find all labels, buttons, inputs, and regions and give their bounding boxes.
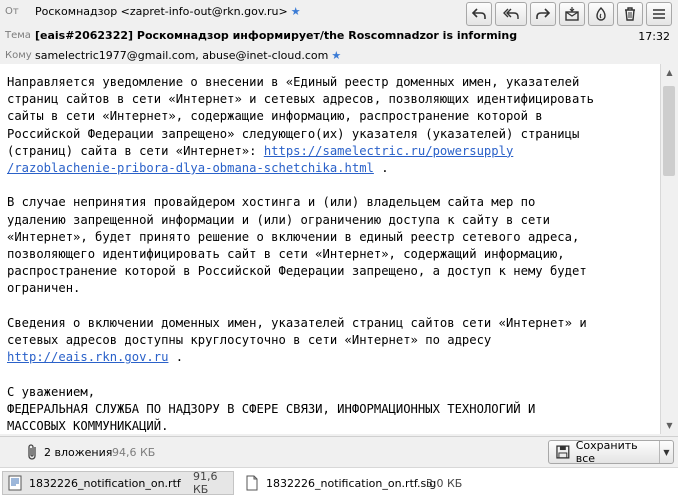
delete-button[interactable] [617, 2, 643, 26]
archive-icon [565, 7, 579, 21]
save-all-label: Сохранить все [575, 439, 638, 465]
reply-icon [471, 8, 486, 19]
forward-button[interactable] [530, 2, 556, 26]
attachment-name: 1832226_notification_on.rtf.sig [266, 476, 437, 490]
scroll-up-arrow-icon[interactable]: ▲ [661, 64, 678, 81]
to-addresses[interactable]: samelectric1977@gmail.com, abuse@inet-cl… [35, 49, 328, 62]
message-body[interactable]: Направляется уведомление о внесении в «Е… [0, 64, 661, 434]
junk-button[interactable] [588, 2, 614, 26]
save-all-main[interactable]: Сохранить все [549, 439, 660, 465]
attachment-size: 91,6 КБ [193, 470, 218, 496]
from-label: От [5, 6, 19, 17]
blocked-url-part2[interactable]: /razoblachenie-pribora-dlya-obmana-schet… [7, 161, 374, 175]
registry-link[interactable]: http://eais.rkn.gov.ru [7, 350, 168, 364]
message-toolbar [466, 2, 672, 28]
from-address[interactable]: Роскомнадзор <zapret-info-out@rkn.gov.ru… [35, 5, 288, 18]
delete-icon [625, 7, 635, 21]
chevron-down-icon[interactable]: ▼ [660, 448, 673, 457]
to-value[interactable]: samelectric1977@gmail.com, abuse@inet-cl… [35, 49, 341, 62]
signature: С уважением, ФЕДЕРАЛЬНАЯ СЛУЖБА ПО НАДЗО… [7, 384, 536, 434]
scroll-down-arrow-icon[interactable]: ▼ [661, 417, 678, 434]
attachment-size: 3,0 КБ [426, 476, 463, 490]
attachment-item[interactable]: 1832226_notification_on.rtf.sig 3,0 КБ [240, 471, 480, 495]
blocked-url-part1[interactable]: https://samelectric.ru/powersupply [264, 144, 513, 158]
attachments-total-size: 94,6 КБ [112, 446, 156, 459]
from-value[interactable]: Роскомнадзор <zapret-info-out@rkn.gov.ru… [35, 5, 301, 18]
paperclip-icon[interactable] [26, 443, 40, 464]
more-icon [653, 9, 665, 19]
subject-row: Тема [eais#2062322] Роскомнадзор информи… [0, 27, 678, 47]
star-icon[interactable]: ★ [331, 49, 341, 62]
attachments-count[interactable]: 2 вложения [44, 446, 112, 459]
subject-value: [eais#2062322] Роскомнадзор информирует/… [35, 29, 518, 42]
reply-button[interactable] [466, 2, 492, 26]
message-time: 17:32 [638, 30, 670, 43]
more-button[interactable] [646, 2, 672, 26]
subject-label: Тема [5, 30, 31, 41]
paragraph-warning: В случае непринятия провайдером хостинга… [7, 195, 587, 296]
paragraph-registry-info: Сведения о включении доменных имен, указ… [7, 315, 587, 348]
reply-all-icon [503, 8, 519, 19]
forward-icon [536, 8, 551, 19]
reply-all-button[interactable] [495, 2, 527, 26]
save-all-button[interactable]: Сохранить все ▼ [548, 439, 674, 465]
attachment-item[interactable]: 1832226_notification_on.rtf 91,6 КБ [2, 470, 234, 496]
to-label: Кому [5, 50, 32, 61]
archive-button[interactable] [559, 2, 585, 26]
attachment-name: 1832226_notification_on.rtf [29, 476, 181, 490]
paragraph-notification-end: . [373, 161, 389, 176]
star-icon[interactable]: ★ [291, 5, 301, 18]
rtf-file-icon [8, 475, 22, 491]
save-icon [556, 445, 570, 459]
junk-icon [596, 7, 606, 21]
message-scrollbar[interactable]: ▲ ▼ [661, 64, 678, 434]
message-header: От Роскомнадзор <zapret-info-out@rkn.gov… [0, 0, 678, 65]
scroll-thumb[interactable] [663, 86, 675, 176]
file-icon [246, 475, 258, 491]
message-text: Направляется уведомление о внесении в «Е… [7, 74, 657, 434]
paragraph-registry-end: . [168, 350, 184, 365]
attachments-bar: 2 вложения 94,6 КБ Сохранить все ▼ [0, 436, 678, 467]
attachment-list: 1832226_notification_on.rtf 91,6 КБ 1832… [0, 467, 678, 498]
